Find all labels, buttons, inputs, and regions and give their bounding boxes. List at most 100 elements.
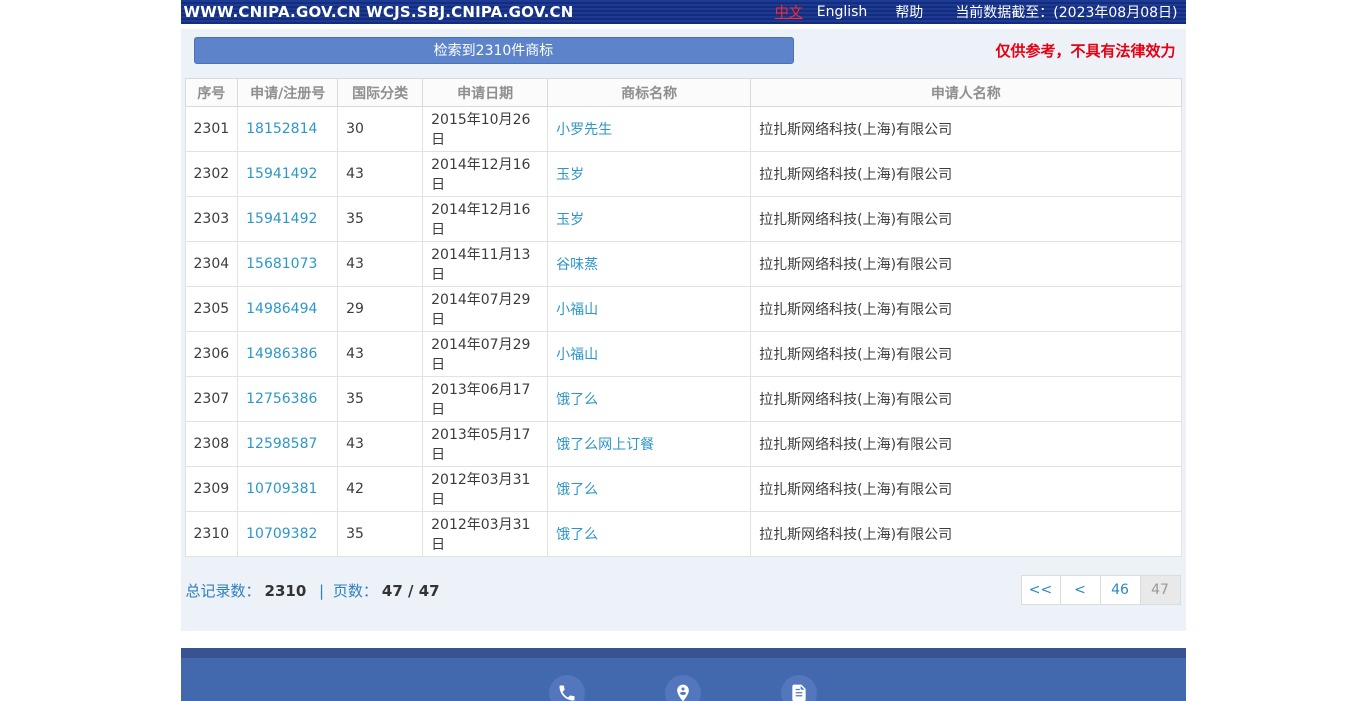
trademark-name-link[interactable]: 小福山 xyxy=(556,347,598,363)
footer-link-1[interactable]: 网站地图 xyxy=(655,675,711,701)
phone-icon xyxy=(549,675,585,701)
applicant-name-cell: 拉扎斯网络科技(上海)有限公司 xyxy=(751,377,1181,422)
link-cell: 14986494 xyxy=(238,287,338,332)
footer: 联系方式网站地图网站声明 党政机关 版权所有：国家知识产权局 网站标识码bm30… xyxy=(181,648,1186,701)
serial-number-cell: 2302 xyxy=(185,152,238,197)
serial-number-cell: 2308 xyxy=(185,422,238,467)
applicant-name-cell: 拉扎斯网络科技(上海)有限公司 xyxy=(751,467,1181,512)
footer-links: 联系方式 网站地图 网站声明 xyxy=(181,658,1186,701)
main-content: 检索到2310件商标 仅供参考，不具有法律效力 序号申请/注册号国际分类申请日期… xyxy=(181,29,1186,631)
column-header-1: 申请/注册号 xyxy=(238,79,338,107)
registration-number-link[interactable]: 10709382 xyxy=(246,526,317,542)
link-cell: 玉岁 xyxy=(548,152,751,197)
data-cutoff-date: 当前数据截至：(2023年08月08日) xyxy=(955,2,1177,22)
application-date-cell: 2014年12月16日 xyxy=(423,197,548,242)
pager-prev-button[interactable]: < xyxy=(1061,575,1101,605)
applicant-name-cell: 拉扎斯网络科技(上海)有限公司 xyxy=(751,332,1181,377)
link-cell: 10709382 xyxy=(238,512,338,557)
intl-class-cell: 30 xyxy=(338,107,423,152)
registration-number-link[interactable]: 14986494 xyxy=(246,301,317,317)
table-row: 2307 12756386 352013年06月17日饿了么 拉扎斯网络科技(上海)有… xyxy=(185,377,1181,422)
registration-number-link[interactable]: 10709381 xyxy=(246,481,317,497)
statement-icon xyxy=(781,675,817,701)
column-header-3: 申请日期 xyxy=(423,79,548,107)
table-row: 230910709381422012年03月31日饿了么拉扎斯网络科技(上海)有… xyxy=(185,467,1181,512)
pagination-row: 总记录数：2310 | 页数：47 / 47 << < 46 47 xyxy=(183,575,1184,605)
application-date-cell: 2013年06月17日 xyxy=(423,377,548,422)
footer-link-0[interactable]: 联系方式 xyxy=(539,675,595,701)
pages-label: 页数： xyxy=(333,582,378,600)
pages-value: 47 / 47 xyxy=(382,582,440,600)
lang-english-link[interactable]: English xyxy=(817,4,868,20)
serial-number-cell: 2307 xyxy=(185,377,238,422)
results-table: 序号申请/注册号国际分类申请日期商标名称申请人名称 2301 18152814 30… xyxy=(185,78,1182,557)
pager-first-button[interactable]: << xyxy=(1021,575,1061,605)
registration-number-link[interactable]: 15681073 xyxy=(246,256,317,272)
intl-class-cell: 43 xyxy=(338,422,423,467)
trademark-name-link[interactable]: 玉岁 xyxy=(556,212,584,228)
help-link[interactable]: 帮助 xyxy=(895,2,923,22)
link-cell: 饿了么网上订餐 xyxy=(548,422,751,467)
registration-number-link[interactable]: 15941492 xyxy=(246,166,317,182)
table-row: 230514986494292014年07月29日小福山拉扎斯网络科技(上海)有… xyxy=(185,287,1181,332)
serial-number-cell: 2301 xyxy=(185,107,238,152)
pager-page-46-button[interactable]: 46 xyxy=(1101,575,1141,605)
link-cell: 谷味蒸 xyxy=(548,242,751,287)
registration-number-link[interactable]: 12598587 xyxy=(246,436,317,452)
column-header-5: 申请人名称 xyxy=(751,79,1181,107)
map-icon xyxy=(665,675,701,701)
link-cell: 10709381 xyxy=(238,467,338,512)
applicant-name-cell: 拉扎斯网络科技(上海)有限公司 xyxy=(751,197,1181,242)
trademark-name-link[interactable]: 谷味蒸 xyxy=(556,257,598,273)
link-cell: 15941492 xyxy=(238,197,338,242)
table-row: 230215941492432014年12月16日玉岁拉扎斯网络科技(上海)有限… xyxy=(185,152,1181,197)
link-cell: 小福山 xyxy=(548,287,751,332)
trademark-name-link[interactable]: 饿了么 xyxy=(556,392,598,408)
table-row: 231010709382352012年03月31日饿了么拉扎斯网络科技(上海)有… xyxy=(185,512,1181,557)
table-row: 230415681073432014年11月13日谷味蒸拉扎斯网络科技(上海)有… xyxy=(185,242,1181,287)
result-header-row: 检索到2310件商标 仅供参考，不具有法律效力 xyxy=(183,37,1184,64)
intl-class-cell: 42 xyxy=(338,467,423,512)
applicant-name-cell: 拉扎斯网络科技(上海)有限公司 xyxy=(751,152,1181,197)
pager: << < 46 47 xyxy=(1021,575,1181,605)
table-row: 230315941492352014年12月16日玉岁拉扎斯网络科技(上海)有限… xyxy=(185,197,1181,242)
intl-class-cell: 35 xyxy=(338,512,423,557)
registration-number-link[interactable]: 14986386 xyxy=(246,346,317,362)
link-cell: 15941492 xyxy=(238,152,338,197)
trademark-name-link[interactable]: 饿了么网上订餐 xyxy=(556,437,654,453)
registration-number-link[interactable]: 18152814 xyxy=(246,121,317,137)
trademark-name-link[interactable]: 玉岁 xyxy=(556,167,584,183)
topbar-menu: 中文 English 帮助 当前数据截至：(2023年08月08日) xyxy=(775,2,1178,22)
table-header-row: 序号申请/注册号国际分类申请日期商标名称申请人名称 xyxy=(185,79,1181,107)
table-row: 230614986386432014年07月29日小福山拉扎斯网络科技(上海)有… xyxy=(185,332,1181,377)
record-summary: 总记录数：2310 | 页数：47 / 47 xyxy=(186,580,444,601)
results-table-body: 230118152814302015年10月26日小罗先生拉扎斯网络科技(上海)… xyxy=(185,107,1181,557)
intl-class-cell: 29 xyxy=(338,287,423,332)
link-cell: 玉岁 xyxy=(548,197,751,242)
link-cell: 15681073 xyxy=(238,242,338,287)
intl-class-cell: 43 xyxy=(338,242,423,287)
summary-separator: | xyxy=(319,582,324,600)
trademark-name-link[interactable]: 小福山 xyxy=(556,302,598,318)
trademark-name-link[interactable]: 饿了么 xyxy=(556,482,598,498)
lang-chinese-link[interactable]: 中文 xyxy=(775,2,803,22)
trademark-name-link[interactable]: 小罗先生 xyxy=(556,122,612,138)
link-cell: 饿了么 xyxy=(548,377,751,422)
link-cell: 12598587 xyxy=(238,422,338,467)
link-cell: 14986386 xyxy=(238,332,338,377)
registration-number-link[interactable]: 15941492 xyxy=(246,211,317,227)
page-container: WWW.CNIPA.GOV.CN WCJS.SBJ.CNIPA.GOV.CN 中… xyxy=(181,0,1186,701)
footer-link-2[interactable]: 网站声明 xyxy=(771,675,827,701)
trademark-name-link[interactable]: 饿了么 xyxy=(556,527,598,543)
applicant-name-cell: 拉扎斯网络科技(上海)有限公司 xyxy=(751,512,1181,557)
result-count-button[interactable]: 检索到2310件商标 xyxy=(194,37,794,64)
intl-class-cell: 43 xyxy=(338,332,423,377)
registration-number-link[interactable]: 12756386 xyxy=(246,391,317,407)
intl-class-cell: 35 xyxy=(338,377,423,422)
column-header-0: 序号 xyxy=(185,79,238,107)
link-cell: 小罗先生 xyxy=(548,107,751,152)
link-cell: 18152814 xyxy=(238,107,338,152)
column-header-2: 国际分类 xyxy=(338,79,423,107)
applicant-name-cell: 拉扎斯网络科技(上海)有限公司 xyxy=(751,287,1181,332)
application-date-cell: 2013年05月17日 xyxy=(423,422,548,467)
